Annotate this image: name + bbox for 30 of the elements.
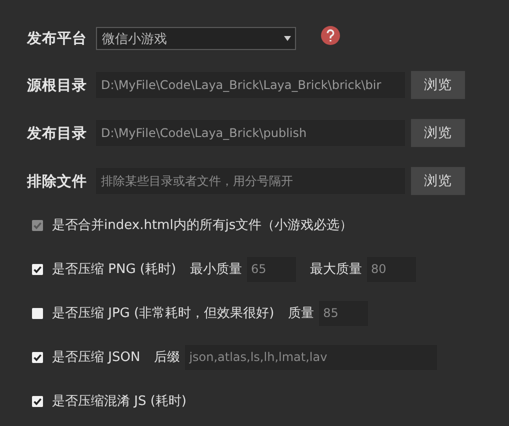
option-label: 是否压缩 JSON (52, 349, 140, 366)
quality-field[interactable]: 80 (367, 256, 416, 282)
field-label: 发布目录 (27, 124, 88, 142)
field-label: 最大质量 (310, 261, 362, 278)
path-field[interactable]: D:\MyFile\Code\Laya_Brick\Laya_Brick\brick\bir (96, 72, 405, 98)
field-label: 源根目录 (27, 76, 88, 94)
caret-icon (284, 36, 291, 41)
checkbox[interactable] (32, 352, 43, 362)
browse-button[interactable]: 浏览 (411, 71, 465, 99)
checkbox[interactable] (32, 264, 43, 274)
field-label: 发布平台 (27, 30, 88, 48)
help-icon[interactable] (321, 26, 340, 45)
field-label: 质量 (288, 305, 314, 322)
path-field[interactable]: D:\MyFile\Code\Laya_Brick\publish (96, 120, 405, 146)
field-label: 排除文件 (27, 172, 88, 190)
option-label: 是否合并index.html内的所有js文件（小游戏必选） (52, 217, 353, 234)
browse-button[interactable]: 浏览 (411, 119, 465, 147)
quality-field[interactable]: 65 (247, 256, 296, 282)
platform-dropdown[interactable]: 微信小游戏 (96, 27, 296, 50)
suffix-field[interactable]: json,atlas,ls,lh,lmat,lav (185, 344, 438, 370)
quality-field[interactable]: 85 (319, 300, 368, 326)
checkbox[interactable] (32, 396, 43, 406)
browse-button[interactable]: 浏览 (411, 167, 465, 195)
option-label: 是否压缩混淆 JS (耗时) (52, 393, 186, 410)
option-label: 是否压缩 JPG (非常耗时，但效果很好) (52, 305, 274, 322)
checkbox[interactable] (32, 308, 43, 318)
field-label: 最小质量 (190, 261, 242, 278)
option-label: 是否压缩 PNG (耗时) (52, 261, 176, 278)
path-field[interactable]: 排除某些目录或者文件，用分号隔开 (96, 168, 405, 194)
field-label: 后缀 (154, 349, 180, 366)
